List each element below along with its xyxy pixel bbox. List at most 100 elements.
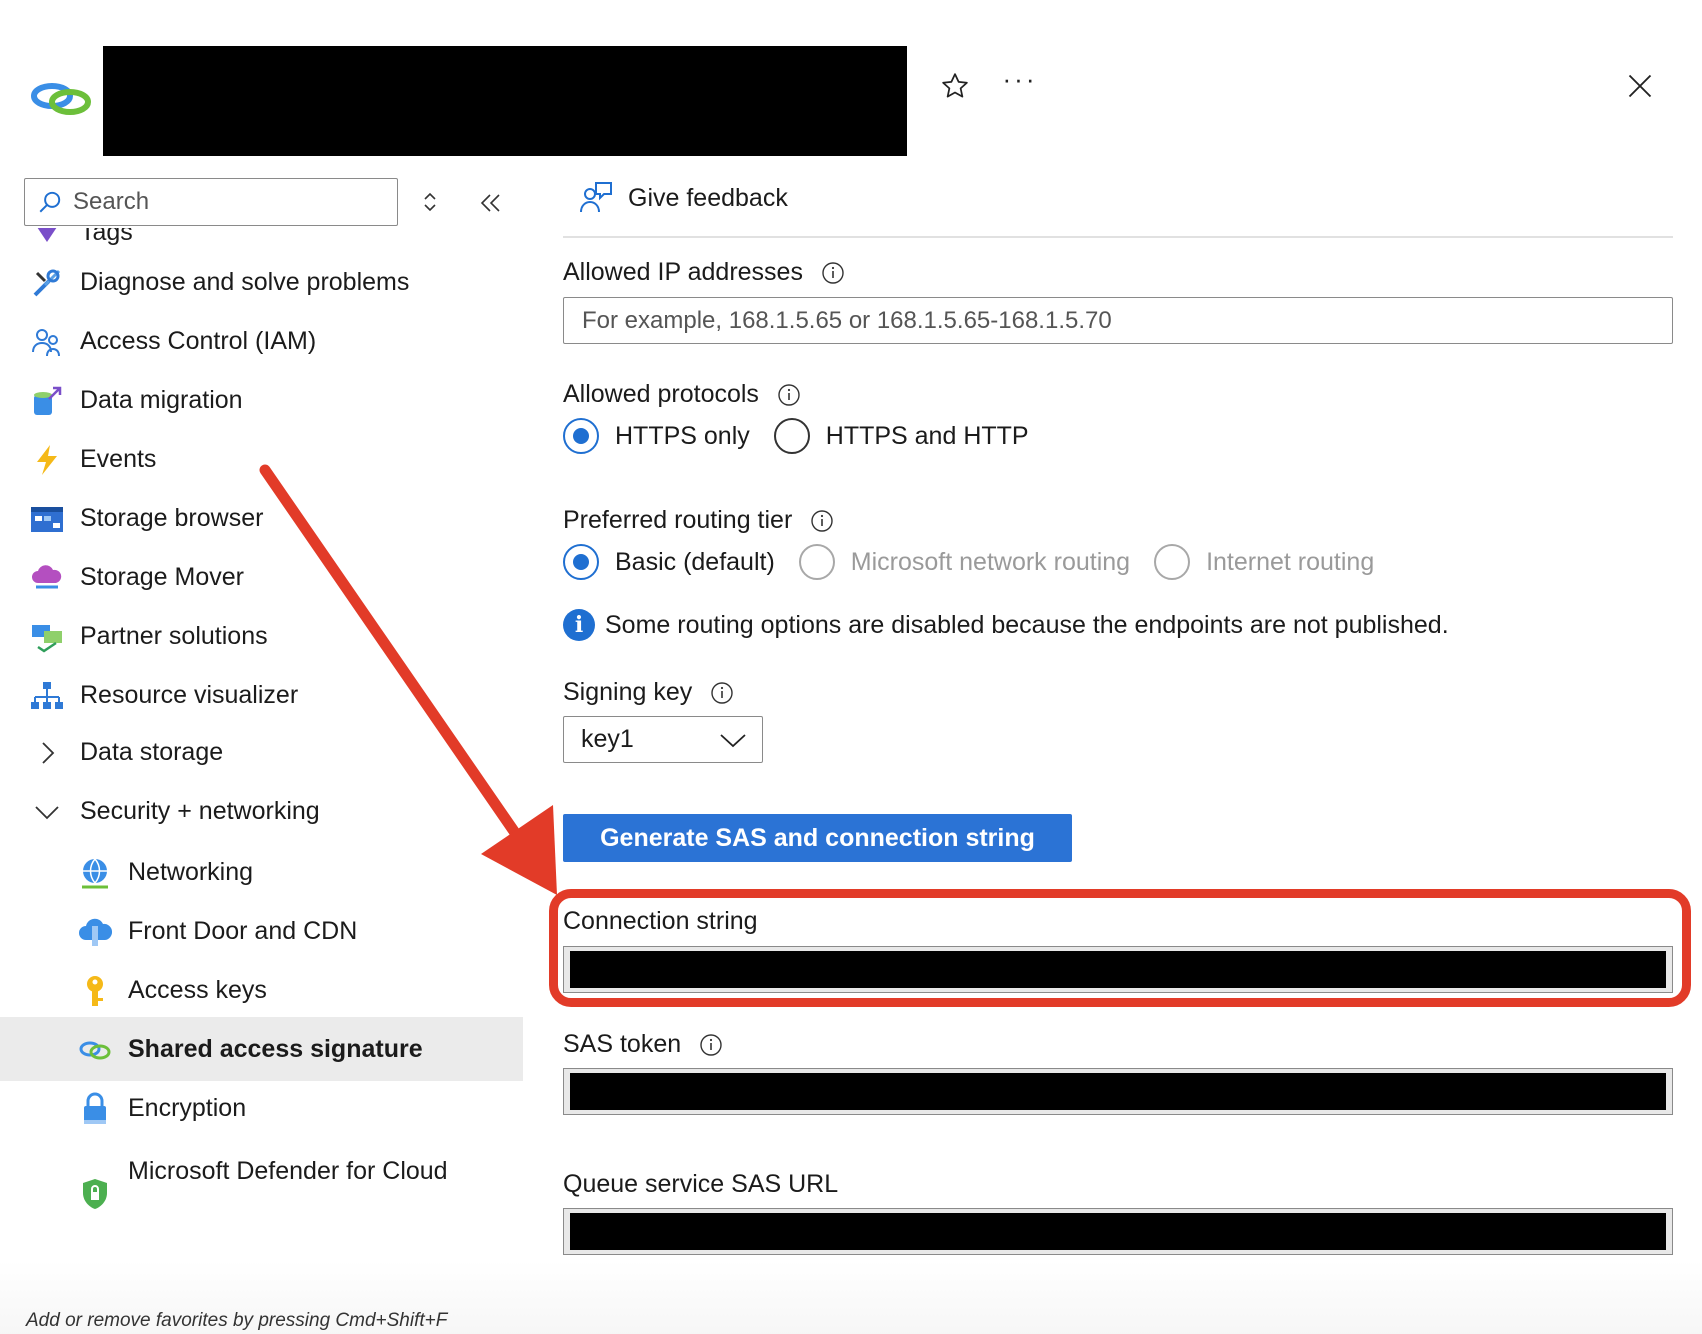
search-input[interactable]	[73, 188, 373, 216]
tag-icon	[30, 228, 64, 250]
info-icon[interactable]	[810, 509, 834, 533]
sidebar-item-label: Shared access signature	[128, 1035, 423, 1063]
sidebar-item-shared-access-signature[interactable]: Shared access signature	[0, 1017, 523, 1081]
signing-key-value: key1	[581, 725, 634, 753]
sas-token-label: SAS token	[563, 1030, 723, 1059]
more-options-button[interactable]: ···	[1000, 66, 1040, 106]
chevron-right-icon	[30, 736, 64, 770]
routing-info-text: Some routing options are disabled becaus…	[605, 610, 1449, 639]
routing-tier-label-text: Preferred routing tier	[563, 506, 793, 534]
wrench-icon	[30, 266, 64, 300]
sidebar-item-label: Resource visualizer	[80, 681, 299, 709]
chevron-down-icon	[30, 795, 64, 829]
favorite-star-icon[interactable]	[935, 66, 975, 106]
collapse-sidebar-icon[interactable]	[476, 190, 506, 216]
allowed-protocols-radio-group: HTTPS only HTTPS and HTTP	[563, 418, 1053, 454]
info-icon[interactable]	[821, 261, 845, 285]
radio-basic-default[interactable]: Basic (default)	[563, 544, 775, 580]
sidebar-item-defender-for-cloud[interactable]: Microsoft Defender for Cloud	[0, 1131, 523, 1221]
sidebar-item-label: Data migration	[80, 386, 243, 414]
sidebar-item-label: Access keys	[128, 976, 267, 1004]
sidebar-item-label: Storage browser	[80, 504, 264, 532]
key-icon	[78, 974, 112, 1008]
radio-https-and-http[interactable]: HTTPS and HTTP	[773, 418, 1029, 454]
sidebar-item-front-door-cdn[interactable]: Front Door and CDN	[0, 899, 523, 963]
close-icon[interactable]	[1620, 66, 1660, 106]
sidebar-item-diagnose[interactable]: Diagnose and solve problems	[0, 250, 523, 314]
favorites-hint: Add or remove favorites by pressing Cmd+…	[26, 1310, 448, 1331]
routing-tier-label: Preferred routing tier	[563, 506, 834, 535]
sidebar-group-data-storage[interactable]: Data storage	[0, 720, 523, 784]
chevron-down-icon	[718, 727, 748, 753]
sas-token-label-text: SAS token	[563, 1030, 682, 1058]
lightning-icon	[30, 443, 64, 477]
sort-toggle-icon[interactable]	[418, 188, 442, 216]
radio-circle-disabled	[798, 544, 835, 580]
signing-key-label-text: Signing key	[563, 678, 693, 706]
sidebar-item-events[interactable]: Events	[0, 427, 523, 491]
cloud-icon	[30, 561, 64, 595]
info-icon[interactable]	[710, 681, 734, 705]
signing-key-dropdown[interactable]: key1	[563, 716, 763, 763]
queue-sas-url-field[interactable]	[563, 1208, 1673, 1255]
allowed-protocols-label-text: Allowed protocols	[563, 380, 759, 408]
redacted-resource-title	[103, 46, 907, 156]
connection-string-field[interactable]	[563, 946, 1673, 993]
sidebar-item-networking[interactable]: Networking	[0, 840, 523, 904]
data-migration-icon	[30, 384, 64, 418]
sidebar-group-security-networking[interactable]: Security + networking	[0, 779, 523, 843]
allowed-ip-label: Allowed IP addresses	[563, 258, 845, 287]
hierarchy-icon	[30, 679, 64, 713]
radio-internet-routing: Internet routing	[1154, 544, 1374, 580]
sidebar-item-resource-visualizer[interactable]: Resource visualizer	[0, 663, 523, 727]
sidebar-item-label: Encryption	[128, 1094, 247, 1122]
sidebar-item-access-control[interactable]: Access Control (IAM)	[0, 309, 523, 373]
cloud-cdn-icon	[78, 915, 112, 949]
sidebar-item-storage-mover[interactable]: Storage Mover	[0, 545, 523, 609]
sidebar-item-label: Data storage	[80, 738, 224, 766]
allowed-ip-label-text: Allowed IP addresses	[563, 258, 803, 286]
radio-label: Internet routing	[1206, 547, 1375, 576]
queue-sas-url-label-text: Queue service SAS URL	[563, 1170, 839, 1198]
globe-icon	[78, 856, 112, 890]
sidebar-item-label: Storage Mover	[80, 563, 244, 591]
give-feedback-button[interactable]: Give feedback	[578, 180, 788, 216]
sidebar-item-data-migration[interactable]: Data migration	[0, 368, 523, 432]
sidebar-item-storage-browser[interactable]: Storage browser	[0, 486, 523, 550]
redacted-value	[570, 1073, 1666, 1110]
radio-label: HTTPS only	[615, 421, 750, 450]
storage-browser-icon	[30, 502, 64, 536]
redacted-value	[570, 1213, 1666, 1250]
sidebar-item-partner-solutions[interactable]: Partner solutions	[0, 604, 523, 668]
generate-sas-button[interactable]: Generate SAS and connection string	[563, 814, 1072, 862]
shield-icon	[78, 1177, 112, 1211]
sidebar-item-label: Diagnose and solve problems	[80, 268, 410, 296]
sidebar-item-label: Networking	[128, 858, 254, 886]
radio-circle-disabled	[1154, 544, 1191, 580]
sidebar-menu: Tags Diagnose and solve problems Access …	[0, 228, 523, 1302]
signing-key-label: Signing key	[563, 678, 734, 707]
sidebar-item-label: Access Control (IAM)	[80, 327, 317, 355]
connection-string-label-text: Connection string	[563, 907, 758, 935]
radio-label: Microsoft network routing	[850, 547, 1131, 576]
info-icon[interactable]	[699, 1033, 723, 1057]
give-feedback-label: Give feedback	[628, 183, 788, 212]
sidebar-item-label: Front Door and CDN	[128, 917, 358, 945]
routing-info-message: i Some routing options are disabled beca…	[563, 609, 1449, 641]
sidebar-item-label: Events	[80, 445, 157, 473]
sas-token-field[interactable]	[563, 1068, 1673, 1115]
radio-circle-selected[interactable]	[563, 418, 599, 454]
sidebar-item-access-keys[interactable]: Access keys	[0, 958, 523, 1022]
info-icon[interactable]	[777, 383, 801, 407]
sidebar-item-label: Partner solutions	[80, 622, 268, 650]
radio-circle-selected[interactable]	[563, 544, 599, 580]
partner-icon	[30, 620, 64, 654]
shared-access-signature-logo-icon	[30, 76, 94, 120]
people-icon	[30, 325, 64, 359]
allowed-ip-input[interactable]	[563, 297, 1673, 344]
radio-circle[interactable]	[773, 418, 810, 454]
radio-https-only[interactable]: HTTPS only	[563, 418, 750, 454]
search-box[interactable]	[24, 178, 398, 226]
queue-sas-url-label: Queue service SAS URL	[563, 1170, 838, 1199]
radio-label: Basic (default)	[615, 547, 775, 576]
